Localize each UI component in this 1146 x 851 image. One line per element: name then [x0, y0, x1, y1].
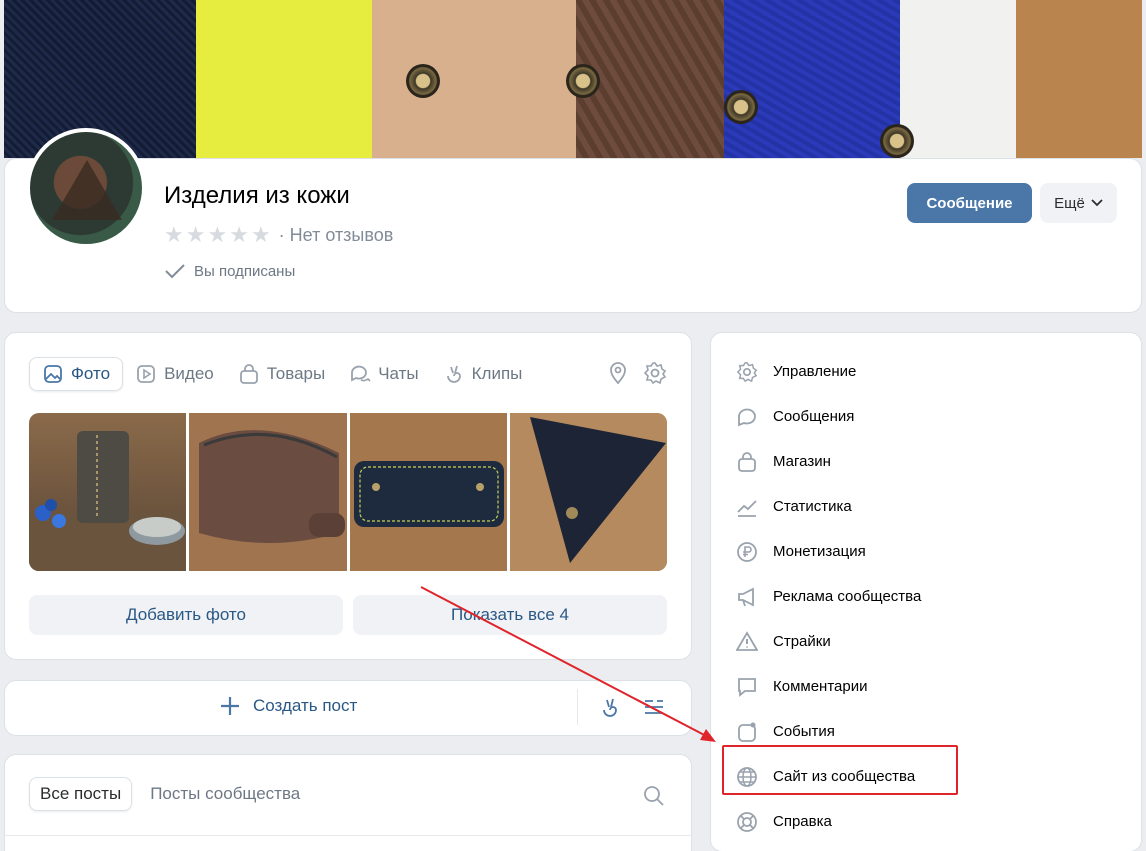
tab-label: Чаты — [378, 364, 419, 383]
post-tools — [599, 696, 665, 720]
menu-item-label: Магазин — [773, 453, 831, 470]
shop-bag-icon — [735, 450, 759, 474]
star-icon: ★ — [250, 222, 271, 247]
stats-icon — [735, 495, 759, 519]
menu-item-label: Справка — [773, 813, 832, 830]
subscription-status[interactable]: Вы подписаны — [164, 262, 295, 280]
star-icon: ★ — [229, 222, 249, 247]
menu-item-strikes[interactable]: Страйки — [735, 619, 921, 664]
menu-item-monetization[interactable]: Монетизация — [735, 529, 921, 574]
menu-item-shop[interactable]: Магазин — [735, 439, 921, 484]
photo-icon — [42, 363, 64, 385]
clips-icon[interactable] — [599, 696, 621, 720]
menu-item-label: Комментарии — [773, 678, 868, 695]
chat-bubble-icon — [735, 405, 759, 429]
tab-video[interactable]: Видео — [123, 357, 226, 391]
menu-item-label: Управление — [773, 363, 857, 380]
filter-list-icon[interactable] — [643, 696, 665, 720]
reviews-text: · Нет отзывов — [278, 224, 394, 245]
group-avatar[interactable] — [26, 128, 146, 248]
tab-goods[interactable]: Товары — [226, 357, 337, 391]
create-post-button[interactable]: Создать пост — [219, 695, 357, 717]
add-photo-button[interactable]: Добавить фото — [29, 595, 343, 635]
tab-label: Клипы — [471, 364, 523, 383]
chats-icon — [349, 363, 371, 385]
tab-label: Товары — [266, 364, 326, 383]
tab-label: Видео — [164, 364, 214, 383]
search-icon[interactable] — [643, 785, 665, 807]
divider — [577, 689, 578, 725]
tab-clips[interactable]: Клипы — [431, 357, 535, 391]
tab-community-posts[interactable]: Посты сообщества — [140, 777, 310, 811]
gear-icon — [735, 360, 759, 384]
menu-item-messages[interactable]: Сообщения — [735, 394, 921, 439]
ruble-icon — [735, 540, 759, 564]
location-pin-icon[interactable] — [607, 361, 629, 385]
media-actions: Добавить фото Показать все 4 — [29, 595, 667, 635]
menu-item-label: Монетизация — [773, 543, 866, 560]
bag-icon — [238, 363, 260, 385]
photo-thumbnail[interactable] — [349, 413, 507, 571]
clips-icon — [443, 363, 465, 385]
video-icon — [135, 363, 157, 385]
create-post-label: Создать пост — [253, 696, 358, 715]
checkmark-icon — [165, 264, 185, 279]
gear-icon[interactable] — [643, 361, 667, 385]
more-button[interactable]: Ещё — [1040, 183, 1117, 223]
star-icon: ★ — [185, 222, 206, 247]
warning-icon — [735, 630, 759, 654]
tab-photo[interactable]: Фото — [29, 357, 124, 391]
subscribed-label: Вы подписаны — [194, 262, 296, 280]
tab-all-posts[interactable]: Все посты — [29, 777, 133, 811]
events-icon — [735, 720, 759, 744]
menu-item-label: Реклама сообщества — [773, 588, 922, 605]
feed-block: Все посты Посты сообщества — [4, 754, 692, 851]
photo-thumbnail[interactable] — [189, 413, 347, 571]
menu-item-advertising[interactable]: Реклама сообщества — [735, 574, 921, 619]
plus-icon — [221, 697, 239, 715]
tab-label: Фото — [71, 364, 111, 383]
photo-thumbnail[interactable] — [29, 413, 187, 571]
feed-tabs: Все посты Посты сообщества — [29, 777, 310, 811]
annotation-highlight-box — [722, 745, 958, 795]
media-tools — [607, 361, 667, 385]
divider — [5, 835, 691, 836]
menu-item-statistics[interactable]: Статистика — [735, 484, 921, 529]
star-icon: ★ — [164, 222, 184, 247]
media-tabs: Фото Видео Товары Чаты Клипы — [29, 357, 534, 391]
menu-item-label: События — [773, 723, 835, 740]
megaphone-icon — [735, 585, 759, 609]
rating[interactable]: ★ ★ ★ ★ ★ · Нет отзывов — [164, 224, 393, 246]
chevron-down-icon — [1091, 199, 1103, 207]
menu-item-management[interactable]: Управление — [735, 349, 921, 394]
comment-icon — [735, 675, 759, 699]
menu-item-label: Статистика — [773, 498, 852, 515]
menu-item-help[interactable]: Справка — [735, 799, 921, 844]
tab-chats[interactable]: Чаты — [337, 357, 430, 391]
message-button[interactable]: Сообщение — [907, 183, 1032, 223]
lifebuoy-icon — [735, 810, 759, 834]
photo-grid — [29, 413, 667, 571]
show-all-photos-button[interactable]: Показать все 4 — [353, 595, 667, 635]
star-icon: ★ — [207, 222, 228, 247]
menu-item-label: Сообщения — [773, 408, 855, 425]
more-label: Ещё — [1054, 194, 1085, 212]
group-title: Изделия из кожи — [164, 182, 350, 209]
menu-item-comments[interactable]: Комментарии — [735, 664, 921, 709]
cover-image — [4, 0, 1142, 158]
photo-thumbnail[interactable] — [509, 413, 667, 571]
media-block: Фото Видео Товары Чаты Клипы Добавить фо… — [4, 332, 692, 660]
menu-item-label: Страйки — [773, 633, 831, 650]
create-post-block: Создать пост — [4, 680, 692, 736]
